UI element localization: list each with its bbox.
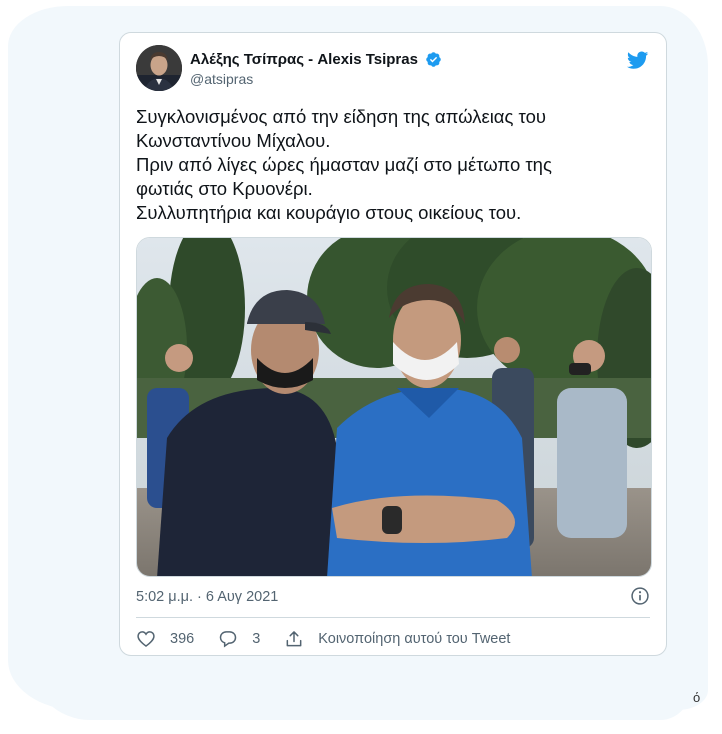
like-button[interactable]: 396 xyxy=(136,629,194,649)
page-stage: Αλέξης Τσίπρας - Alexis Tsipras @atsipra… xyxy=(0,0,722,734)
corner-text: ό xyxy=(693,690,701,705)
tweet-text-line: φωτιάς στο Κρυονέρι. xyxy=(136,178,313,199)
info-icon[interactable] xyxy=(630,586,650,606)
twitter-bird-icon[interactable] xyxy=(625,49,650,71)
share-button[interactable]: Κοινοποίηση αυτού του Tweet xyxy=(284,629,510,649)
author-info[interactable]: Αλέξης Τσίπρας - Alexis Tsipras @atsipra… xyxy=(190,51,442,87)
heart-icon xyxy=(137,631,155,648)
reply-bubble-icon xyxy=(219,631,237,648)
tweet-text-line: Συγκλονισμένος από την είδηση της απώλει… xyxy=(136,106,547,127)
tweet-text-line: Κωνσταντίνου Μίχαλου. xyxy=(136,130,331,151)
tweet-header: Αλέξης Τσίπρας - Alexis Tsipras @atsipra… xyxy=(136,45,650,93)
share-label: Κοινοποίηση αυτού του Tweet xyxy=(318,631,511,647)
reply-button[interactable]: 3 xyxy=(218,629,260,649)
verified-badge-icon xyxy=(426,52,442,68)
tweet-actions: 396 3 Κοινοποίηση αυτού του Tweet xyxy=(136,627,534,651)
tweet-timestamp[interactable]: 5:02 μ.μ. · 6 Αυγ 2021 xyxy=(136,589,278,605)
like-count: 396 xyxy=(170,631,195,647)
author-handle[interactable]: @atsipras xyxy=(190,71,442,87)
divider xyxy=(136,617,650,618)
author-display-name[interactable]: Αλέξης Τσίπρας - Alexis Tsipras xyxy=(190,51,418,68)
background-shape-lower xyxy=(30,660,690,720)
tweet-text-line: Συλλυπητήρια και κουράγιο στους οικείους… xyxy=(136,202,522,223)
tweet-photo[interactable] xyxy=(136,237,652,577)
avatar[interactable] xyxy=(136,45,182,91)
reply-count: 3 xyxy=(252,631,261,647)
tweet-card[interactable]: Αλέξης Τσίπρας - Alexis Tsipras @atsipra… xyxy=(119,32,667,656)
share-upload-icon xyxy=(286,631,302,647)
tweet-text-line: Πριν από λίγες ώρες ήμασταν μαζί στο μέτ… xyxy=(136,154,552,175)
tweet-text: Συγκλονισμένος από την είδηση της απώλει… xyxy=(136,105,652,225)
